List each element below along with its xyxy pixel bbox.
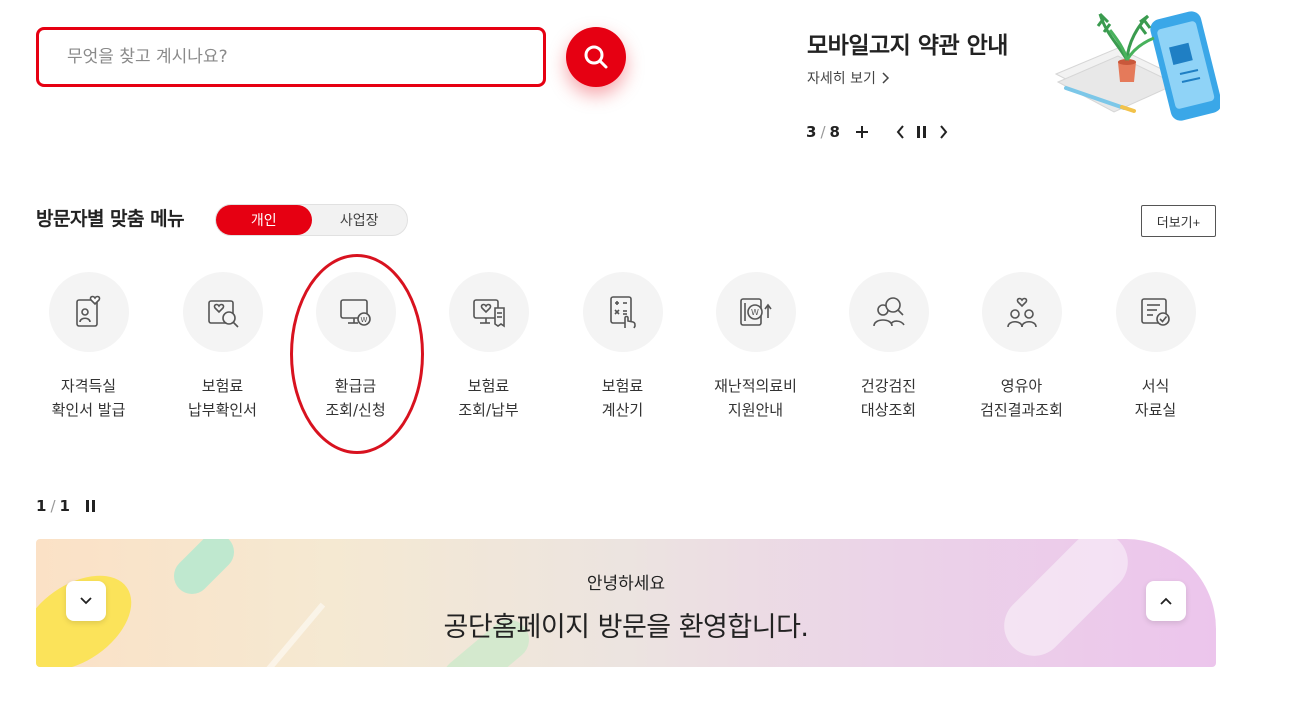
- menu-icon-circle: [48, 272, 129, 352]
- menu-item-line2: 자료실: [1134, 401, 1177, 419]
- people-search-icon: [872, 297, 905, 327]
- menu-item-line1: 보험료: [467, 377, 510, 395]
- menu-item-health-checkup-target[interactable]: 건강검진 대상조회: [822, 272, 955, 422]
- plus-icon: [855, 126, 868, 138]
- notice-pause-button[interactable]: [916, 126, 927, 138]
- menu-page-total: 1: [59, 497, 70, 515]
- welcome-banner: 안녕하세요 공단홈페이지 방문을 환영합니다.: [36, 539, 1216, 667]
- notice-next-button[interactable]: [939, 125, 948, 139]
- id-card-heart-icon: [75, 295, 100, 327]
- menu-icon-circle: W: [715, 272, 796, 352]
- menu-item-label: 보험료 계산기: [602, 374, 643, 422]
- notice-controls: 3/8: [806, 120, 948, 144]
- menu-item-label: 영유아 검진결과조회: [980, 374, 1063, 422]
- notice-total: 8: [829, 123, 840, 141]
- menu-item-line2: 계산기: [601, 401, 644, 419]
- menu-item-label: 자격득실 확인서 발급: [52, 374, 126, 422]
- menu-item-line1: 보험료: [201, 377, 244, 395]
- menu-icon-circle: W: [315, 272, 396, 352]
- menu-item-line2: 납부확인서: [187, 401, 257, 419]
- menu-item-label: 건강검진 대상조회: [861, 374, 916, 422]
- search-button[interactable]: [566, 27, 626, 87]
- visitor-menu-title: 방문자별 맞춤 메뉴: [36, 208, 185, 230]
- banner-expand-button[interactable]: [1146, 581, 1186, 621]
- visitor-type-toggle: 개인 사업장: [215, 204, 408, 236]
- menu-item-label: 재난적의료비 지원안내: [714, 374, 797, 422]
- menu-item-forms-library[interactable]: 서식 자료실: [1089, 272, 1222, 422]
- menu-icon-circle: [182, 272, 263, 352]
- document-search-icon: [207, 300, 239, 328]
- tab-business[interactable]: 사업장: [312, 205, 408, 235]
- tab-individual[interactable]: 개인: [216, 205, 312, 235]
- menu-item-line2: 조회/납부: [458, 401, 519, 419]
- menu-item-line1: 영유아: [1000, 377, 1043, 395]
- menu-item-line1: 보험료: [601, 377, 644, 395]
- family-heart-icon: [1006, 297, 1037, 328]
- welcome-greeting: 안녕하세요: [586, 574, 666, 594]
- menu-item-label: 보험료 조회/납부: [458, 374, 518, 422]
- menu-item-line1: 자격득실: [60, 377, 117, 395]
- menu-icon-circle: [582, 272, 663, 352]
- menu-pager: 1/1: [36, 497, 70, 515]
- notice-title: 모바일고지 약관 안내: [807, 33, 1008, 59]
- menu-item-premium-payment-certificate[interactable]: 보험료 납부확인서: [156, 272, 289, 422]
- notice-all-button[interactable]: [855, 126, 868, 138]
- notice-current: 3: [806, 123, 817, 141]
- menu-item-line1: 환급금: [334, 377, 377, 395]
- menu-item-line1: 서식: [1141, 377, 1170, 395]
- more-button[interactable]: 더보기+: [1141, 205, 1216, 237]
- monitor-won-icon: W: [339, 299, 371, 326]
- menu-icon-circle: [981, 272, 1062, 352]
- menu-item-line1: 건강검진: [860, 377, 917, 395]
- notice-prev-button[interactable]: [896, 125, 905, 139]
- search-icon: [584, 45, 608, 69]
- menu-pager-controls: 1/1: [36, 497, 96, 515]
- menu-page-current: 1: [36, 497, 47, 515]
- chevron-up-icon: [1160, 597, 1172, 605]
- pause-icon: [916, 126, 926, 138]
- notice-more-label: 자세히 보기: [807, 71, 876, 87]
- form-check-icon: [1140, 298, 1170, 326]
- menu-item-refund-inquiry[interactable]: W 환급금 조회/신청: [289, 272, 422, 422]
- menu-item-label: 서식 자료실: [1135, 374, 1176, 422]
- banner-decoration: [36, 539, 1128, 667]
- menu-item-catastrophic-medical-support[interactable]: W 재난적의료비 지원안내: [689, 272, 822, 422]
- chevron-right-icon: [882, 72, 889, 84]
- mobile-notice-illustration: [1054, 11, 1220, 121]
- search-field[interactable]: [36, 27, 546, 87]
- svg-text:W: W: [360, 316, 367, 324]
- pause-icon: [85, 500, 95, 512]
- chevron-down-icon: [80, 597, 92, 605]
- menu-item-line2: 검진결과조회: [980, 401, 1063, 419]
- menu-item-line2: 조회/신청: [325, 401, 386, 419]
- notice-more-link[interactable]: 자세히 보기: [807, 68, 890, 88]
- menu-item-qualification-certificate[interactable]: 자격득실 확인서 발급: [22, 272, 155, 422]
- calculator-icon: [609, 296, 636, 329]
- search-input[interactable]: [39, 30, 543, 84]
- menu-item-premium-inquiry-payment[interactable]: 보험료 조회/납부: [422, 272, 555, 422]
- won-up-icon: W: [739, 298, 772, 326]
- menu-item-label: 환급금 조회/신청: [325, 374, 385, 422]
- menu-icon-circle: [848, 272, 929, 352]
- menu-item-line1: 재난적의료비: [714, 377, 797, 395]
- svg-text:W: W: [751, 308, 759, 317]
- menu-item-line2: 지원안내: [727, 401, 784, 419]
- notice-pager: 3/8: [806, 123, 840, 141]
- menu-item-line2: 확인서 발급: [51, 401, 126, 419]
- menu-pause-button[interactable]: [85, 500, 96, 512]
- monitor-receipt-icon: [472, 299, 505, 328]
- menu-item-line2: 대상조회: [860, 401, 917, 419]
- banner-collapse-button[interactable]: [66, 581, 106, 621]
- chevron-left-icon: [896, 125, 904, 139]
- menu-icon-circle: [1115, 272, 1196, 352]
- menu-item-premium-calculator[interactable]: 보험료 계산기: [556, 272, 689, 422]
- menu-item-label: 보험료 납부확인서: [188, 374, 257, 422]
- menu-item-infant-checkup-results[interactable]: 영유아 검진결과조회: [955, 272, 1088, 422]
- welcome-message: 공단홈페이지 방문을 환영합니다.: [443, 612, 809, 643]
- menu-icon-circle: [448, 272, 529, 352]
- chevron-right-icon: [940, 125, 948, 139]
